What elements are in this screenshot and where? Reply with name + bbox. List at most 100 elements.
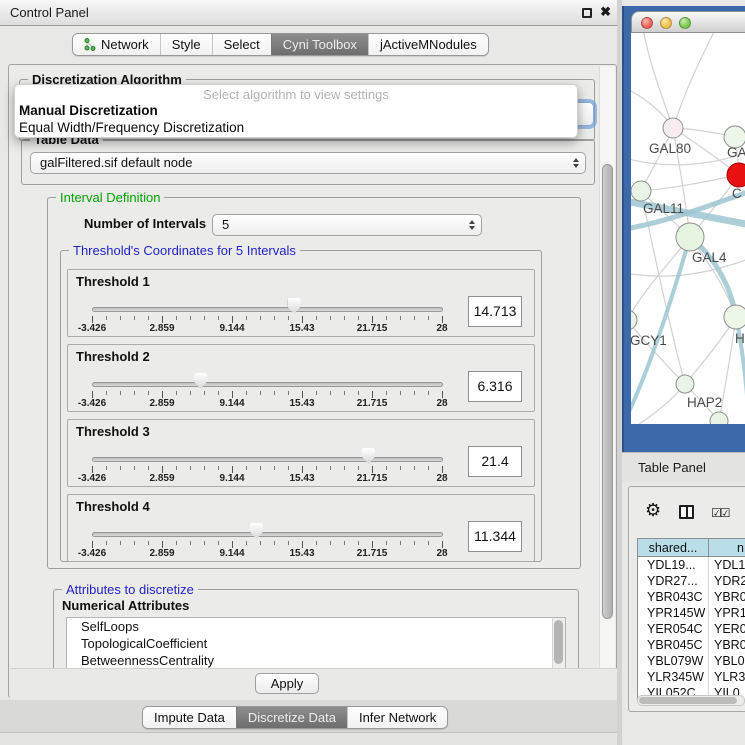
table-row[interactable]: YBL079WYBL0 [638,653,745,669]
attribute-item-topologicalcoefficient[interactable]: TopologicalCoefficient [67,635,565,652]
tab-select[interactable]: Select [212,34,271,55]
table-cell[interactable]: YPR145W [638,605,709,621]
attribute-item-selfloops[interactable]: SelfLoops [67,618,565,635]
close-icon[interactable]: ✖ [600,4,611,20]
table-row[interactable]: YBR043CYBR0 [638,589,745,605]
node-gal11[interactable] [631,181,651,201]
column-header-shared[interactable]: shared... [638,539,709,556]
network-edge[interactable] [631,258,745,276]
combo-spinner-icon[interactable] [469,215,475,235]
table-hscrollbar-thumb[interactable] [639,697,737,704]
network-edge[interactable] [685,317,736,384]
threshold-value-field[interactable]: 21.4 [468,446,522,477]
list-scrollbar[interactable] [552,618,565,668]
table-cell[interactable]: YPR1 [709,605,745,621]
panel-scrollbar-thumb[interactable] [602,164,613,619]
slider-track[interactable] [92,382,443,387]
thresholds-group: Threshold's Coordinates for 5 Intervals … [60,250,542,562]
table-cell[interactable]: YLR345W [638,669,709,685]
network-canvas[interactable]: GAL80GACGAL11GAL4GCY1HHAP2 [631,33,745,424]
table-row[interactable]: YPR145WYPR1 [638,605,745,621]
table-row[interactable]: YDR27...YDR2 [638,573,745,589]
network-window-titlebar[interactable] [631,11,745,33]
network-edge[interactable] [641,175,739,191]
table-cell[interactable]: YBR0 [709,637,745,653]
tab-cyni-toolbox[interactable]: Cyni Toolbox [271,34,368,55]
tab-infer-network[interactable]: Infer Network [347,707,447,728]
combo-spinner-icon[interactable] [573,153,579,173]
table-cell[interactable]: YBR0 [709,589,745,605]
table-horizontal-scrollbar[interactable] [637,695,745,706]
node-gal4[interactable] [676,223,704,251]
attribute-item-betweennesscentrality[interactable]: BetweennessCentrality [67,652,565,668]
algorithm-option-manual-discretization[interactable]: Manual Discretization [15,102,577,119]
slider-tick [162,541,163,548]
slider-tick [148,541,149,545]
gear-icon[interactable]: ⚙ [645,501,661,519]
tab-style[interactable]: Style [160,34,212,55]
column-header-n[interactable]: n [709,539,745,556]
slider-tick [442,316,443,323]
table-row[interactable]: YLR345WYLR3 [638,669,745,685]
node-gcy1[interactable] [631,310,637,330]
thresholds-group-title: Threshold's Coordinates for 5 Intervals [69,243,300,258]
network-edge[interactable] [631,237,690,320]
table-cell[interactable]: YER054C [638,621,709,637]
table-cell[interactable]: YER0 [709,621,745,637]
network-edge[interactable] [641,128,673,191]
slider-tick [204,466,205,470]
network-edge[interactable] [673,33,716,128]
close-traffic-light[interactable] [641,17,653,29]
table-cell[interactable]: YDR27... [638,573,709,589]
list-scrollbar-thumb[interactable] [554,620,563,664]
node-hap2[interactable] [676,375,694,393]
slider-track[interactable] [92,307,443,312]
table-cell[interactable]: YBR045C [638,637,709,653]
slider-tick [344,541,345,545]
network-graph[interactable]: GAL80GACGAL11GAL4GCY1HHAP2 [631,33,745,424]
tab-impute-data[interactable]: Impute Data [143,707,236,728]
tab-network[interactable]: Network [73,34,160,55]
table-cell[interactable]: YBL0 [709,653,745,669]
algorithm-placeholder-item[interactable]: Select algorithm to view settings [15,87,577,102]
float-window-icon[interactable] [582,8,592,18]
node-red[interactable] [727,163,745,187]
apply-row: Apply [10,668,617,698]
numerical-attributes-list[interactable]: SelfLoopsTopologicalCoefficientBetweenne… [66,617,566,668]
table-panel-titlebar: Table Panel [622,452,745,482]
node-h[interactable] [724,305,745,329]
table-row[interactable]: YBR045CYBR0 [638,637,745,653]
table-row[interactable]: YDL19...YDL1 [638,557,745,573]
threshold-value-field[interactable]: 11.344 [468,521,522,552]
panel-scrollbar[interactable] [599,66,615,668]
tab-discretize-data[interactable]: Discretize Data [236,707,347,728]
apply-button[interactable]: Apply [255,673,319,694]
node-gal80[interactable] [663,118,683,138]
slider-tick [120,466,121,470]
tab-jactivemnodules[interactable]: jActiveMNodules [368,34,488,55]
slider-track[interactable] [92,532,443,537]
slider-tick [218,466,219,470]
slider-tick [386,391,387,395]
table-cell[interactable]: YDL1 [709,557,745,573]
zoom-traffic-light[interactable] [679,17,691,29]
table-cell[interactable]: YBR043C [638,589,709,605]
network-edge[interactable] [643,33,673,128]
minimize-traffic-light[interactable] [660,17,672,29]
network-edge-thick[interactable] [631,237,690,424]
table-cell[interactable]: YBL079W [638,653,709,669]
number-of-intervals-combobox[interactable]: 5 [212,214,482,236]
threshold-value-field[interactable]: 6.316 [468,371,522,402]
threshold-value-field[interactable]: 14.713 [468,296,522,327]
slider-track[interactable] [92,457,443,462]
algorithm-option-equal-width-frequency-discretization[interactable]: Equal Width/Frequency Discretization [15,119,577,136]
select-checkboxes-icon[interactable]: ☑☑ [711,506,729,520]
table-cell[interactable]: YDR2 [709,573,745,589]
table-cell[interactable]: YLR3 [709,669,745,685]
slider-tick [246,316,247,320]
table-data-combobox[interactable]: galFiltered.sif default node [30,152,586,174]
split-column-icon[interactable] [679,505,694,519]
slider-tick [372,316,373,323]
table-cell[interactable]: YDL19... [638,557,709,573]
table-row[interactable]: YER054CYER0 [638,621,745,637]
